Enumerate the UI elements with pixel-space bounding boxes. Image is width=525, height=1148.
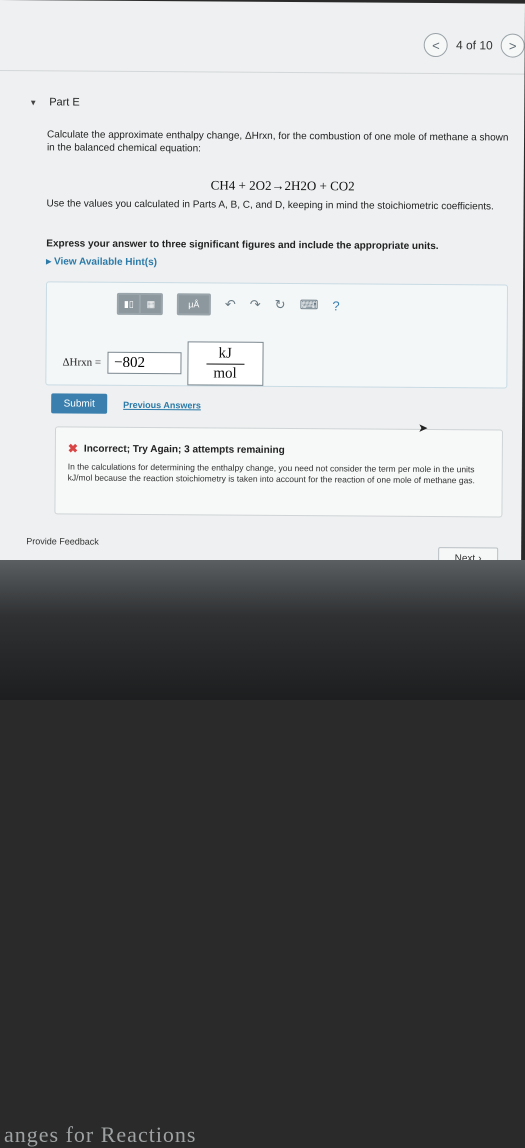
feedback-title: Incorrect; Try Again; 3 attempts remaini… <box>83 443 285 456</box>
part-header[interactable]: ▼ Part E <box>29 96 80 108</box>
answer-value-input[interactable]: −802 <box>107 351 182 375</box>
answer-panel: ▮▯ ▦ μÅ ↶ ↷ ↻ ⌨ ? ΔHrxn = −802 kJ mol <box>45 281 509 389</box>
caret-down-icon: ▼ <box>29 97 38 107</box>
answer-row: ΔHrxn = −802 kJ mol <box>62 340 264 386</box>
keyboard-icon[interactable]: ⌨ <box>300 297 319 313</box>
help-icon[interactable]: ? <box>332 298 339 313</box>
next-question-button[interactable]: > <box>500 33 525 58</box>
units-button[interactable]: μÅ <box>178 295 209 314</box>
divider <box>0 69 525 75</box>
answer-units-input[interactable]: kJ mol <box>186 341 264 386</box>
laptop-bezel: anges for Reactions <box>0 560 525 1147</box>
part-title: Part E <box>49 96 80 109</box>
submit-button[interactable]: Submit <box>51 393 108 414</box>
question-text: Calculate the approximate enthalpy chang… <box>46 129 509 155</box>
fraction-line <box>206 362 245 365</box>
answer-instructions: Express your answer to three significant… <box>46 238 439 253</box>
undo-icon[interactable]: ↶ <box>225 297 236 313</box>
provide-feedback-link[interactable]: Provide Feedback <box>26 536 99 547</box>
mouse-cursor-icon: ➤ <box>417 420 429 435</box>
page-count: 4 of 10 <box>455 38 493 53</box>
template-matrix-button[interactable]: ▦ <box>140 294 161 314</box>
feedback-title-row: ✖ Incorrect; Try Again; 3 attempts remai… <box>68 441 285 457</box>
browser-screen: < 4 of 10 > ▼ Part E Calculate the appro… <box>0 0 525 594</box>
incorrect-x-icon: ✖ <box>67 441 78 456</box>
feedback-box: ✖ Incorrect; Try Again; 3 attempts remai… <box>54 426 504 518</box>
redo-icon[interactable]: ↷ <box>250 297 261 313</box>
view-hints-link[interactable]: ▸ View Available Hint(s) <box>46 256 157 268</box>
reset-icon[interactable]: ↻ <box>275 297 286 313</box>
unit-denominator: mol <box>213 364 237 382</box>
units-button-group: μÅ <box>176 293 211 316</box>
pagination: < 4 of 10 > <box>423 32 525 58</box>
math-toolbar: ▮▯ ▦ μÅ ↶ ↷ ↻ ⌨ ? <box>116 292 340 317</box>
template-button-group: ▮▯ ▦ <box>116 292 163 316</box>
answer-label: ΔHrxn = <box>62 356 102 369</box>
chemical-equation: CH4 + 2O2→2H2O + CO2 <box>210 177 355 194</box>
template-fraction-button[interactable]: ▮▯ <box>118 294 139 313</box>
feedback-body: In the calculations for determining the … <box>67 461 475 486</box>
question-instructions: Use the values you calculated in Parts A… <box>46 198 494 213</box>
chevron-right-icon: > <box>508 38 517 54</box>
chevron-left-icon: < <box>432 37 440 53</box>
background-page-title: anges for Reactions <box>4 1122 197 1147</box>
previous-question-button[interactable]: < <box>423 32 449 58</box>
unit-numerator: kJ <box>218 345 232 362</box>
hints-label: View Available Hint(s) <box>53 256 158 269</box>
previous-answers-link[interactable]: Previous Answers <box>123 400 201 411</box>
